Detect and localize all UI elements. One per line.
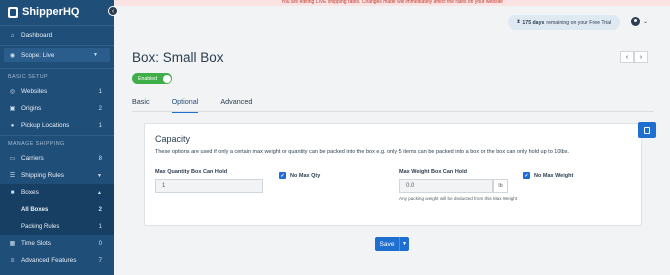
sidebar-item-count: 1 bbox=[98, 88, 102, 95]
sidebar-item-count: 2 bbox=[98, 206, 102, 213]
weight-hint: Any packing weight will be deducted from… bbox=[399, 196, 518, 201]
trial-text: remaining on your Free Trial bbox=[546, 19, 612, 26]
sidebar-item-time-slots[interactable]: ▦ Time Slots 0 bbox=[0, 235, 114, 252]
no-max-weight-checkbox[interactable]: ✓ No Max Weight bbox=[523, 172, 573, 179]
divider bbox=[0, 25, 114, 26]
live-mode-banner: You are editing LIVE shipping rates. Cha… bbox=[114, 0, 670, 6]
record-pager: ‹ › bbox=[620, 51, 648, 63]
app-name: ShipperHQ bbox=[22, 6, 80, 18]
sidebar-item-pickup-locations[interactable]: ● Pickup Locations 1 bbox=[0, 117, 114, 134]
card-description: These options are used if only a certain… bbox=[155, 149, 569, 155]
sidebar-item-count: 0 bbox=[98, 240, 102, 247]
chevron-down-icon: ▼ bbox=[97, 172, 102, 179]
max-weight-label: Max Weight Box Can Hold bbox=[399, 169, 468, 175]
scope-label: Scope: Live bbox=[21, 51, 55, 59]
sidebar-item-label: Dashboard bbox=[21, 32, 53, 39]
logo-icon bbox=[8, 6, 18, 18]
sidebar-item-boxes[interactable]: ■ Boxes ▲ bbox=[0, 184, 114, 201]
max-qty-label: Max Quantity Box Can Hold bbox=[155, 169, 228, 175]
collapse-sidebar-button[interactable]: ‹ bbox=[108, 6, 118, 16]
divider bbox=[0, 45, 114, 46]
no-max-qty-checkbox[interactable]: ✓ No Max Qty bbox=[279, 172, 320, 179]
chevron-down-icon: ▼ bbox=[93, 52, 98, 58]
card-title: Capacity bbox=[155, 134, 191, 144]
hourglass-icon: ⧗ bbox=[516, 19, 521, 25]
caret-down-icon: ▼ bbox=[402, 241, 407, 247]
sliders-icon: ≡ bbox=[10, 257, 15, 264]
list-icon: ☰ bbox=[9, 173, 16, 179]
sidebar-item-label: All Boxes bbox=[21, 206, 49, 213]
sidebar-item-count: 8 bbox=[98, 155, 102, 162]
checkbox-label: No Max Weight bbox=[534, 172, 574, 179]
section-label-basic-setup: BASIC SETUP bbox=[8, 74, 49, 80]
warehouse-icon: ▣ bbox=[9, 106, 16, 112]
sidebar-item-label: Origins bbox=[21, 105, 42, 112]
sidebar-item-dashboard[interactable]: ⌂ Dashboard bbox=[0, 27, 114, 44]
sidebar-item-advanced-features[interactable]: ≡ Advanced Features 7 bbox=[0, 252, 114, 269]
capacity-card: Capacity These options are used if only … bbox=[144, 123, 642, 226]
trial-badge[interactable]: ⧗ 175 days remaining on your Free Trial bbox=[508, 15, 620, 30]
max-weight-input[interactable]: 0.0 bbox=[399, 179, 493, 193]
max-qty-input[interactable]: 1 bbox=[155, 179, 263, 193]
user-menu[interactable]: ⌄ bbox=[631, 17, 648, 26]
divider bbox=[0, 135, 114, 136]
sidebar: ShipperHQ ⌂ Dashboard ◉ Scope: Live ▼ BA… bbox=[0, 0, 114, 275]
chevron-left-icon: ‹ bbox=[111, 7, 115, 15]
sidebar-item-label: Carriers bbox=[21, 155, 44, 162]
sidebar-item-shipping-rules[interactable]: ☰ Shipping Rules ▼ bbox=[0, 167, 114, 184]
sidebar-item-packing-rules[interactable]: Packing Rules 1 bbox=[0, 218, 114, 235]
next-button[interactable]: › bbox=[634, 51, 648, 63]
sidebar-item-origins[interactable]: ▣ Origins 2 bbox=[0, 100, 114, 117]
trial-days: 175 days bbox=[522, 19, 545, 26]
avatar-icon bbox=[631, 17, 640, 26]
sidebar-item-label: Websites bbox=[21, 88, 48, 95]
scope-selector[interactable]: ◉ Scope: Live ▼ bbox=[4, 48, 110, 62]
sidebar-item-count: 1 bbox=[98, 223, 102, 230]
save-options-dropdown[interactable]: ▼ bbox=[399, 237, 409, 251]
sidebar-item-label: Boxes bbox=[21, 189, 39, 196]
weight-unit: lb bbox=[493, 179, 508, 193]
map-pin-icon: ● bbox=[10, 122, 15, 129]
sidebar-item-count: 7 bbox=[98, 257, 102, 264]
section-label-manage-shipping: MANAGE SHIPPING bbox=[8, 141, 65, 147]
sidebar-item-count: 1 bbox=[98, 122, 102, 129]
previous-button[interactable]: ‹ bbox=[620, 51, 634, 63]
sidebar-item-carriers[interactable]: ▭ Carriers 8 bbox=[0, 150, 114, 167]
sidebar-item-label: Packing Rules bbox=[21, 223, 60, 230]
sidebar-item-all-boxes[interactable]: All Boxes 2 bbox=[0, 201, 114, 218]
save-label: Save bbox=[379, 240, 395, 248]
home-icon: ⌂ bbox=[10, 32, 15, 39]
divider bbox=[0, 68, 114, 69]
sidebar-item-label: Shipping Rules bbox=[21, 172, 64, 179]
check-icon: ✓ bbox=[523, 172, 530, 179]
help-docs-button[interactable] bbox=[638, 122, 656, 138]
toggle-knob bbox=[162, 74, 171, 83]
chevron-up-icon: ▲ bbox=[97, 189, 102, 196]
globe-icon: ◉ bbox=[9, 52, 16, 59]
box-icon: ■ bbox=[10, 189, 15, 196]
document-icon bbox=[644, 126, 650, 134]
calendar-icon: ▦ bbox=[9, 241, 16, 247]
enabled-toggle[interactable]: Enabled bbox=[132, 73, 172, 84]
sidebar-item-websites[interactable]: ◎ Websites 1 bbox=[0, 83, 114, 100]
save-button[interactable]: Save ▼ bbox=[375, 237, 409, 251]
sidebar-item-label: Pickup Locations bbox=[21, 122, 70, 129]
chevron-down-icon: ⌄ bbox=[643, 19, 649, 25]
sidebar-item-count: 2 bbox=[98, 105, 102, 112]
sidebar-item-label: Advanced Features bbox=[21, 257, 77, 264]
page-title: Box: Small Box bbox=[132, 50, 224, 65]
app-logo[interactable]: ShipperHQ bbox=[0, 0, 114, 24]
toggle-label: Enabled bbox=[138, 75, 158, 82]
truck-icon: ▭ bbox=[9, 156, 16, 162]
checkbox-label: No Max Qty bbox=[290, 172, 321, 179]
tab-divider bbox=[132, 111, 654, 112]
sidebar-item-label: Time Slots bbox=[21, 240, 51, 247]
globe-icon: ◎ bbox=[9, 89, 16, 95]
check-icon: ✓ bbox=[279, 172, 286, 179]
